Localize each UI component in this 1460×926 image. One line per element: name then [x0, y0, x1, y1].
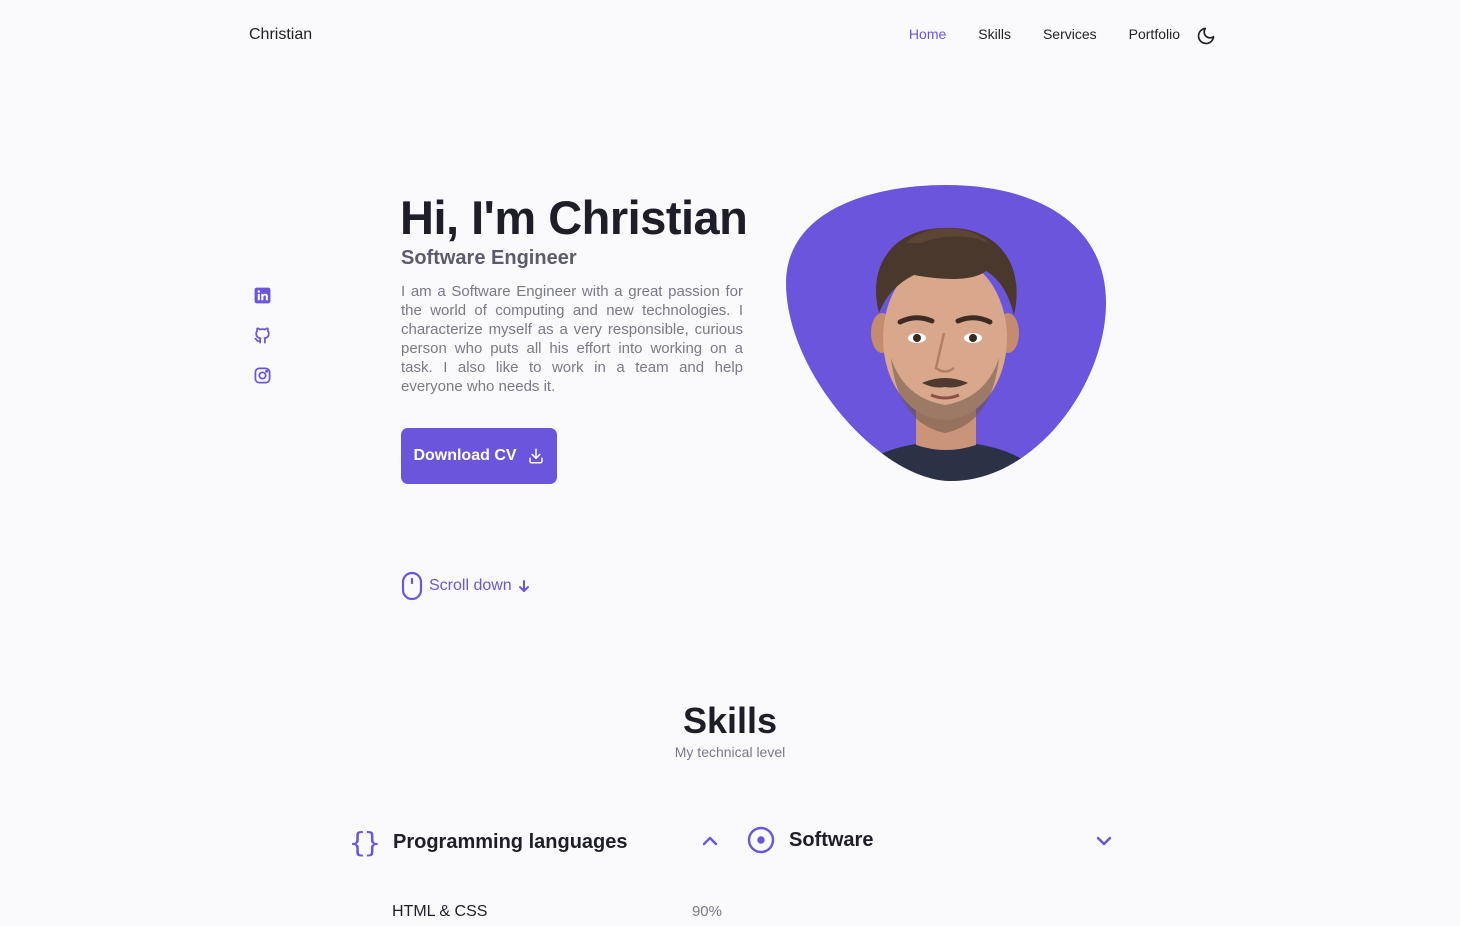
- skill-name: HTML & CSS: [392, 903, 488, 920]
- instagram-icon[interactable]: [253, 366, 272, 386]
- category-title: Programming languages: [393, 831, 628, 853]
- mouse-icon: [401, 571, 423, 601]
- skills-category-programming[interactable]: {} Programming languages: [349, 826, 719, 859]
- social-links: [253, 286, 272, 386]
- header: Christian Home Skills Services Portfolio: [0, 0, 1460, 72]
- skills-subtitle: My technical level: [674, 744, 786, 760]
- download-cv-label: Download CV: [413, 447, 517, 464]
- chevron-down-icon[interactable]: [1095, 834, 1113, 848]
- category-title: Software: [789, 828, 874, 851]
- nav-portfolio[interactable]: Portfolio: [1129, 26, 1180, 42]
- skill-item: HTML & CSS 90%: [392, 903, 722, 921]
- main-nav: Home Skills Services Portfolio: [909, 26, 1180, 42]
- scroll-down-link[interactable]: Scroll down: [401, 571, 530, 601]
- hero-title: Hi, I'm Christian: [400, 191, 748, 244]
- logo[interactable]: Christian: [249, 26, 312, 44]
- profile-image: [786, 183, 1106, 483]
- skills-title: Skills: [682, 700, 778, 741]
- github-icon[interactable]: [253, 326, 272, 346]
- scroll-down-label: Scroll down: [429, 577, 512, 594]
- disc-icon: [747, 826, 775, 854]
- braces-icon: {}: [349, 826, 381, 859]
- hero-description: I am a Software Engineer with a great pa…: [401, 283, 743, 395]
- hero-subtitle: Software Engineer: [401, 247, 577, 269]
- download-icon: [528, 448, 543, 464]
- chevron-up-icon[interactable]: [701, 834, 719, 848]
- skills-category-software[interactable]: Software: [747, 826, 1113, 854]
- nav-skills[interactable]: Skills: [978, 26, 1011, 42]
- nav-services[interactable]: Services: [1043, 26, 1097, 42]
- nav-home[interactable]: Home: [909, 26, 946, 42]
- linkedin-icon[interactable]: [253, 286, 272, 306]
- moon-icon[interactable]: [1196, 26, 1216, 46]
- skill-percent: 90%: [691, 903, 722, 920]
- download-cv-button[interactable]: Download CV: [401, 428, 557, 484]
- page: Christian Home Skills Services Portfolio: [0, 0, 1460, 926]
- arrow-down-icon: [518, 580, 529, 592]
